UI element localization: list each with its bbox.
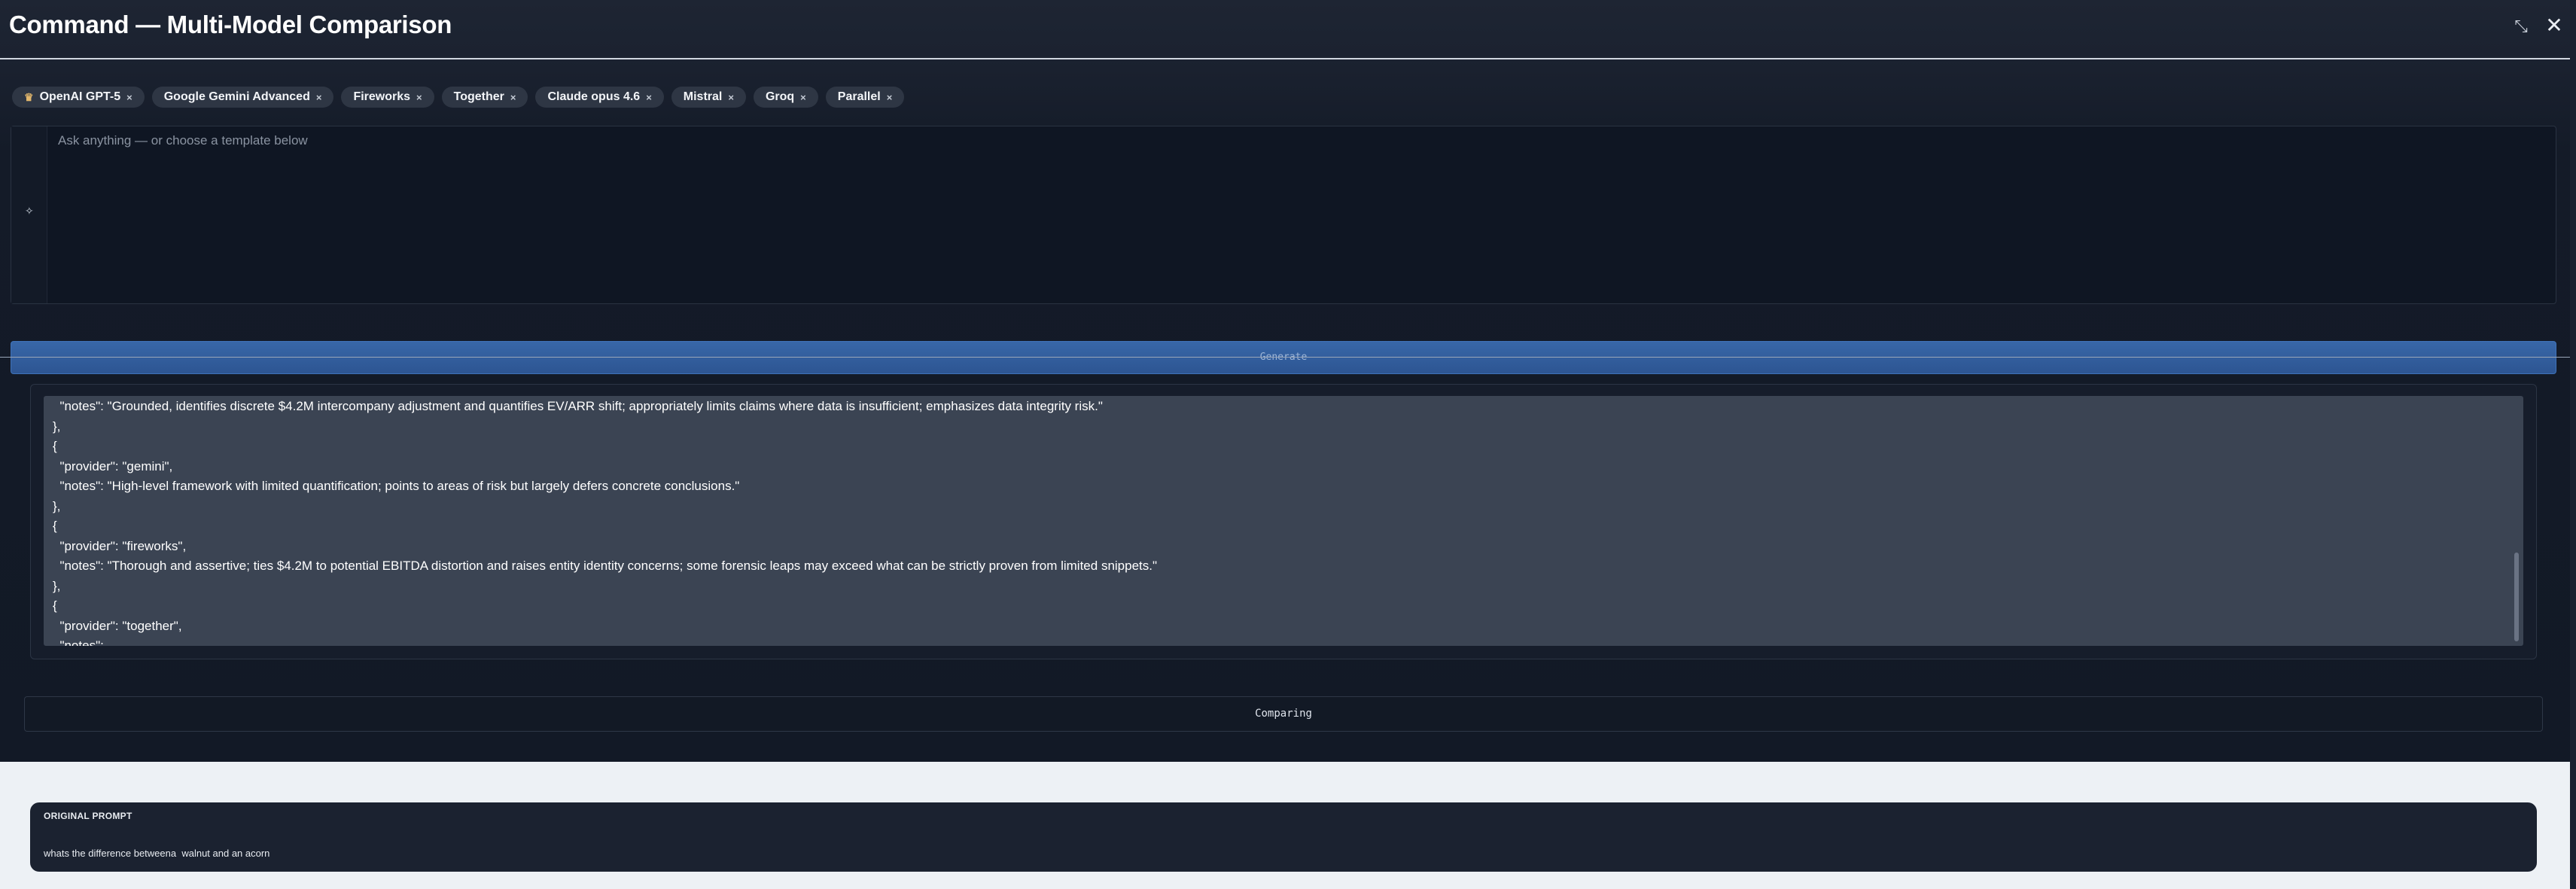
output-line: { xyxy=(53,598,57,613)
generate-button[interactable]: Generate xyxy=(11,341,2556,374)
chip-label: Parallel xyxy=(837,90,881,103)
chip-remove-icon[interactable]: × xyxy=(646,92,652,103)
output-line: "notes": "High-level framework with limi… xyxy=(53,479,740,493)
original-prompt-text: whats the difference betweena walnut and… xyxy=(44,848,270,859)
header-divider xyxy=(0,58,2576,59)
chip-label: Together xyxy=(453,90,504,103)
output-line: }, xyxy=(53,498,61,513)
chip-remove-icon[interactable]: × xyxy=(416,92,422,103)
chip-google-gemini[interactable]: Google Gemini Advanced × xyxy=(151,87,334,108)
expand-arrows-icon[interactable]: ⤡ xyxy=(2510,15,2532,38)
chip-label: Claude opus 4.6 xyxy=(547,90,641,103)
chip-remove-icon[interactable]: × xyxy=(800,92,806,103)
command-panel: Command — Multi-Model Comparison ⤡ ✕ ♛ O… xyxy=(0,0,2576,762)
chip-label: Mistral xyxy=(683,90,723,103)
original-prompt-card: ORIGINAL PROMPT whats the difference bet… xyxy=(30,802,2537,872)
output-line: "provider": "together", xyxy=(53,618,182,633)
chip-remove-icon[interactable]: × xyxy=(126,92,132,103)
chip-fireworks[interactable]: Fireworks × xyxy=(341,87,434,108)
chip-label: Fireworks xyxy=(353,90,411,103)
comparison-output[interactable]: "notes": "Grounded, identifies discrete … xyxy=(44,396,2523,646)
divider-line xyxy=(0,357,2576,358)
magic-wand-icon[interactable]: ✧ xyxy=(25,205,34,218)
output-line: "provider": "fireworks", xyxy=(53,538,187,553)
page-edge xyxy=(2570,0,2576,889)
chip-label: Groq xyxy=(765,90,795,103)
chip-groq[interactable]: Groq × xyxy=(753,87,818,108)
chip-remove-icon[interactable]: × xyxy=(316,92,322,103)
chip-label: Google Gemini Advanced xyxy=(163,90,310,103)
chip-together[interactable]: Together × xyxy=(441,87,528,108)
comparing-button[interactable]: Comparing xyxy=(24,696,2543,732)
output-lines: "notes": "Grounded, identifies discrete … xyxy=(44,396,2498,646)
chip-remove-icon[interactable]: × xyxy=(887,92,893,103)
output-line: }, xyxy=(53,578,61,593)
output-line: }, xyxy=(53,419,61,434)
model-chip-list: ♛ OpenAI GPT-5 × Google Gemini Advanced … xyxy=(12,87,905,108)
close-icon[interactable]: ✕ xyxy=(2542,14,2566,38)
page-title: Command — Multi-Model Comparison xyxy=(9,11,452,38)
chip-openai-gpt5[interactable]: ♛ OpenAI GPT-5 × xyxy=(12,87,145,108)
output-line: "provider": "gemini", xyxy=(53,458,173,473)
output-scrollbar[interactable] xyxy=(2514,553,2519,641)
chip-remove-icon[interactable]: × xyxy=(510,92,516,103)
prompt-gutter: ✧ xyxy=(11,126,47,303)
output-line: { xyxy=(53,519,57,533)
prompt-input[interactable] xyxy=(47,126,2556,303)
chip-remove-icon[interactable]: × xyxy=(728,92,734,103)
original-prompt-label: ORIGINAL PROMPT xyxy=(44,811,132,821)
crown-icon: ♛ xyxy=(24,90,34,103)
chip-claude-opus[interactable]: Claude opus 4.6 × xyxy=(535,87,664,108)
chip-parallel[interactable]: Parallel × xyxy=(825,87,905,108)
output-line: "notes": "Thorough and assertive; ties $… xyxy=(53,559,1158,573)
chip-mistral[interactable]: Mistral × xyxy=(671,87,746,108)
output-line: { xyxy=(53,439,57,453)
chip-label: OpenAI GPT-5 xyxy=(39,90,121,103)
prompt-editor: ✧ xyxy=(11,126,2556,304)
output-line: "notes": "Grounded, identifies discrete … xyxy=(53,399,1103,413)
output-line: "notes": xyxy=(53,638,104,646)
